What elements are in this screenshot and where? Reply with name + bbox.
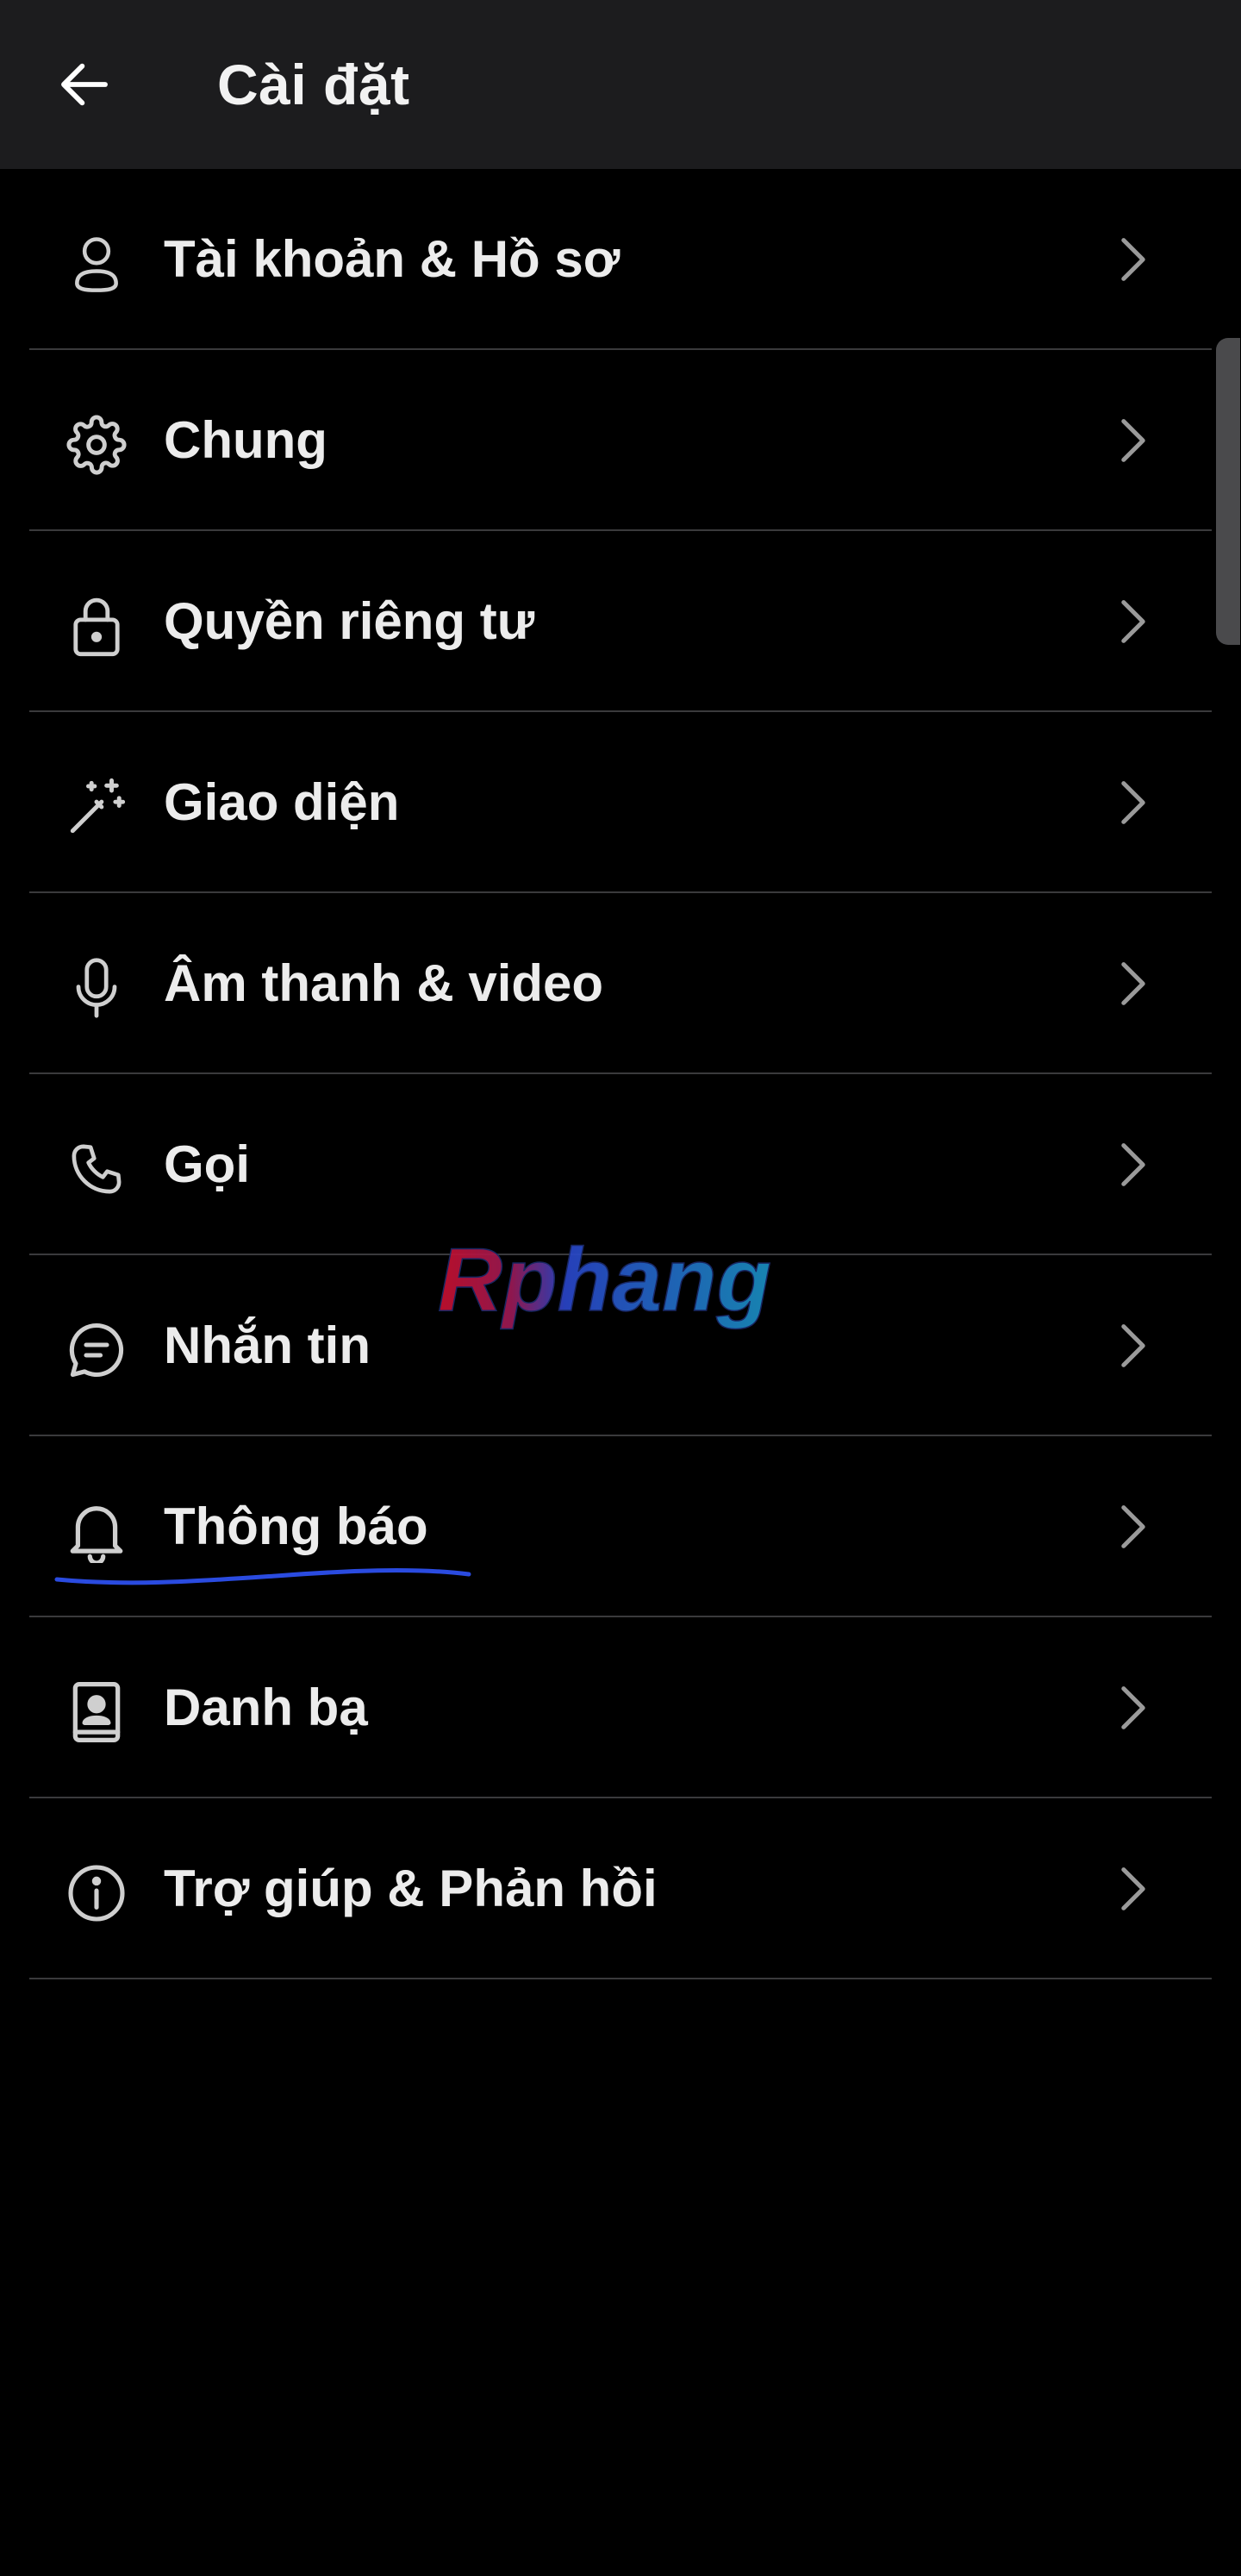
chevron-right-icon: [1112, 1681, 1155, 1735]
menu-item-label: Quyền riêng tư: [164, 592, 535, 650]
lock-icon: [62, 591, 131, 660]
back-button[interactable]: [34, 34, 134, 134]
chevron-right-icon: [1112, 1138, 1155, 1191]
chat-bubble-icon: [62, 1316, 131, 1385]
bell-icon: [62, 1497, 131, 1566]
menu-item-account-profile[interactable]: Tài khoản & Hồ sơ: [0, 169, 1241, 350]
phone-icon: [62, 1135, 131, 1204]
chevron-right-icon: [1112, 1500, 1155, 1554]
menu-item-privacy[interactable]: Quyền riêng tư: [0, 531, 1241, 712]
chevron-right-icon: [1112, 233, 1155, 286]
menu-item-label: Giao diện: [164, 773, 400, 831]
microphone-icon: [62, 953, 131, 1022]
info-icon: [62, 1859, 131, 1928]
chevron-right-icon: [1112, 414, 1155, 467]
menu-item-label: Thông báo: [164, 1497, 428, 1555]
menu-item-label: Trợ giúp & Phản hồi: [164, 1860, 658, 1917]
contacts-book-icon: [62, 1678, 131, 1747]
app-header: Cài đặt: [0, 0, 1241, 169]
chevron-right-icon: [1112, 776, 1155, 829]
menu-item-audio-video[interactable]: Âm thanh & video: [0, 893, 1241, 1074]
menu-item-calls[interactable]: Gọi: [0, 1074, 1241, 1255]
menu-item-messaging[interactable]: Nhắn tin: [0, 1255, 1241, 1436]
menu-item-label: Nhắn tin: [164, 1316, 371, 1374]
menu-item-help-feedback[interactable]: Trợ giúp & Phản hồi: [0, 1798, 1241, 1979]
person-icon: [62, 229, 131, 298]
gear-icon: [62, 410, 131, 479]
menu-item-label: Gọi: [164, 1135, 250, 1193]
chevron-right-icon: [1112, 595, 1155, 648]
scrollbar-thumb[interactable]: [1216, 338, 1240, 645]
chevron-right-icon: [1112, 1862, 1155, 1916]
magic-wand-icon: [62, 772, 131, 841]
menu-item-general[interactable]: Chung: [0, 350, 1241, 531]
settings-menu: Tài khoản & Hồ sơ Chung Quyền riêng tư G…: [0, 169, 1241, 1979]
chevron-right-icon: [1112, 1319, 1155, 1372]
chevron-right-icon: [1112, 957, 1155, 1010]
page-title: Cài đặt: [217, 53, 410, 116]
menu-item-label: Âm thanh & video: [164, 954, 604, 1012]
menu-item-label: Tài khoản & Hồ sơ: [164, 230, 620, 288]
menu-item-notifications[interactable]: Thông báo: [0, 1436, 1241, 1617]
menu-item-label: Danh bạ: [164, 1679, 368, 1736]
menu-item-appearance[interactable]: Giao diện: [0, 712, 1241, 893]
menu-item-contacts[interactable]: Danh bạ: [0, 1617, 1241, 1798]
settings-screen: Cài đặt Tài khoản & Hồ sơ Chung Quyền ri…: [0, 0, 1241, 2576]
row-divider: [29, 1978, 1212, 1979]
menu-item-label: Chung: [164, 411, 327, 469]
arrow-left-icon: [61, 63, 108, 106]
